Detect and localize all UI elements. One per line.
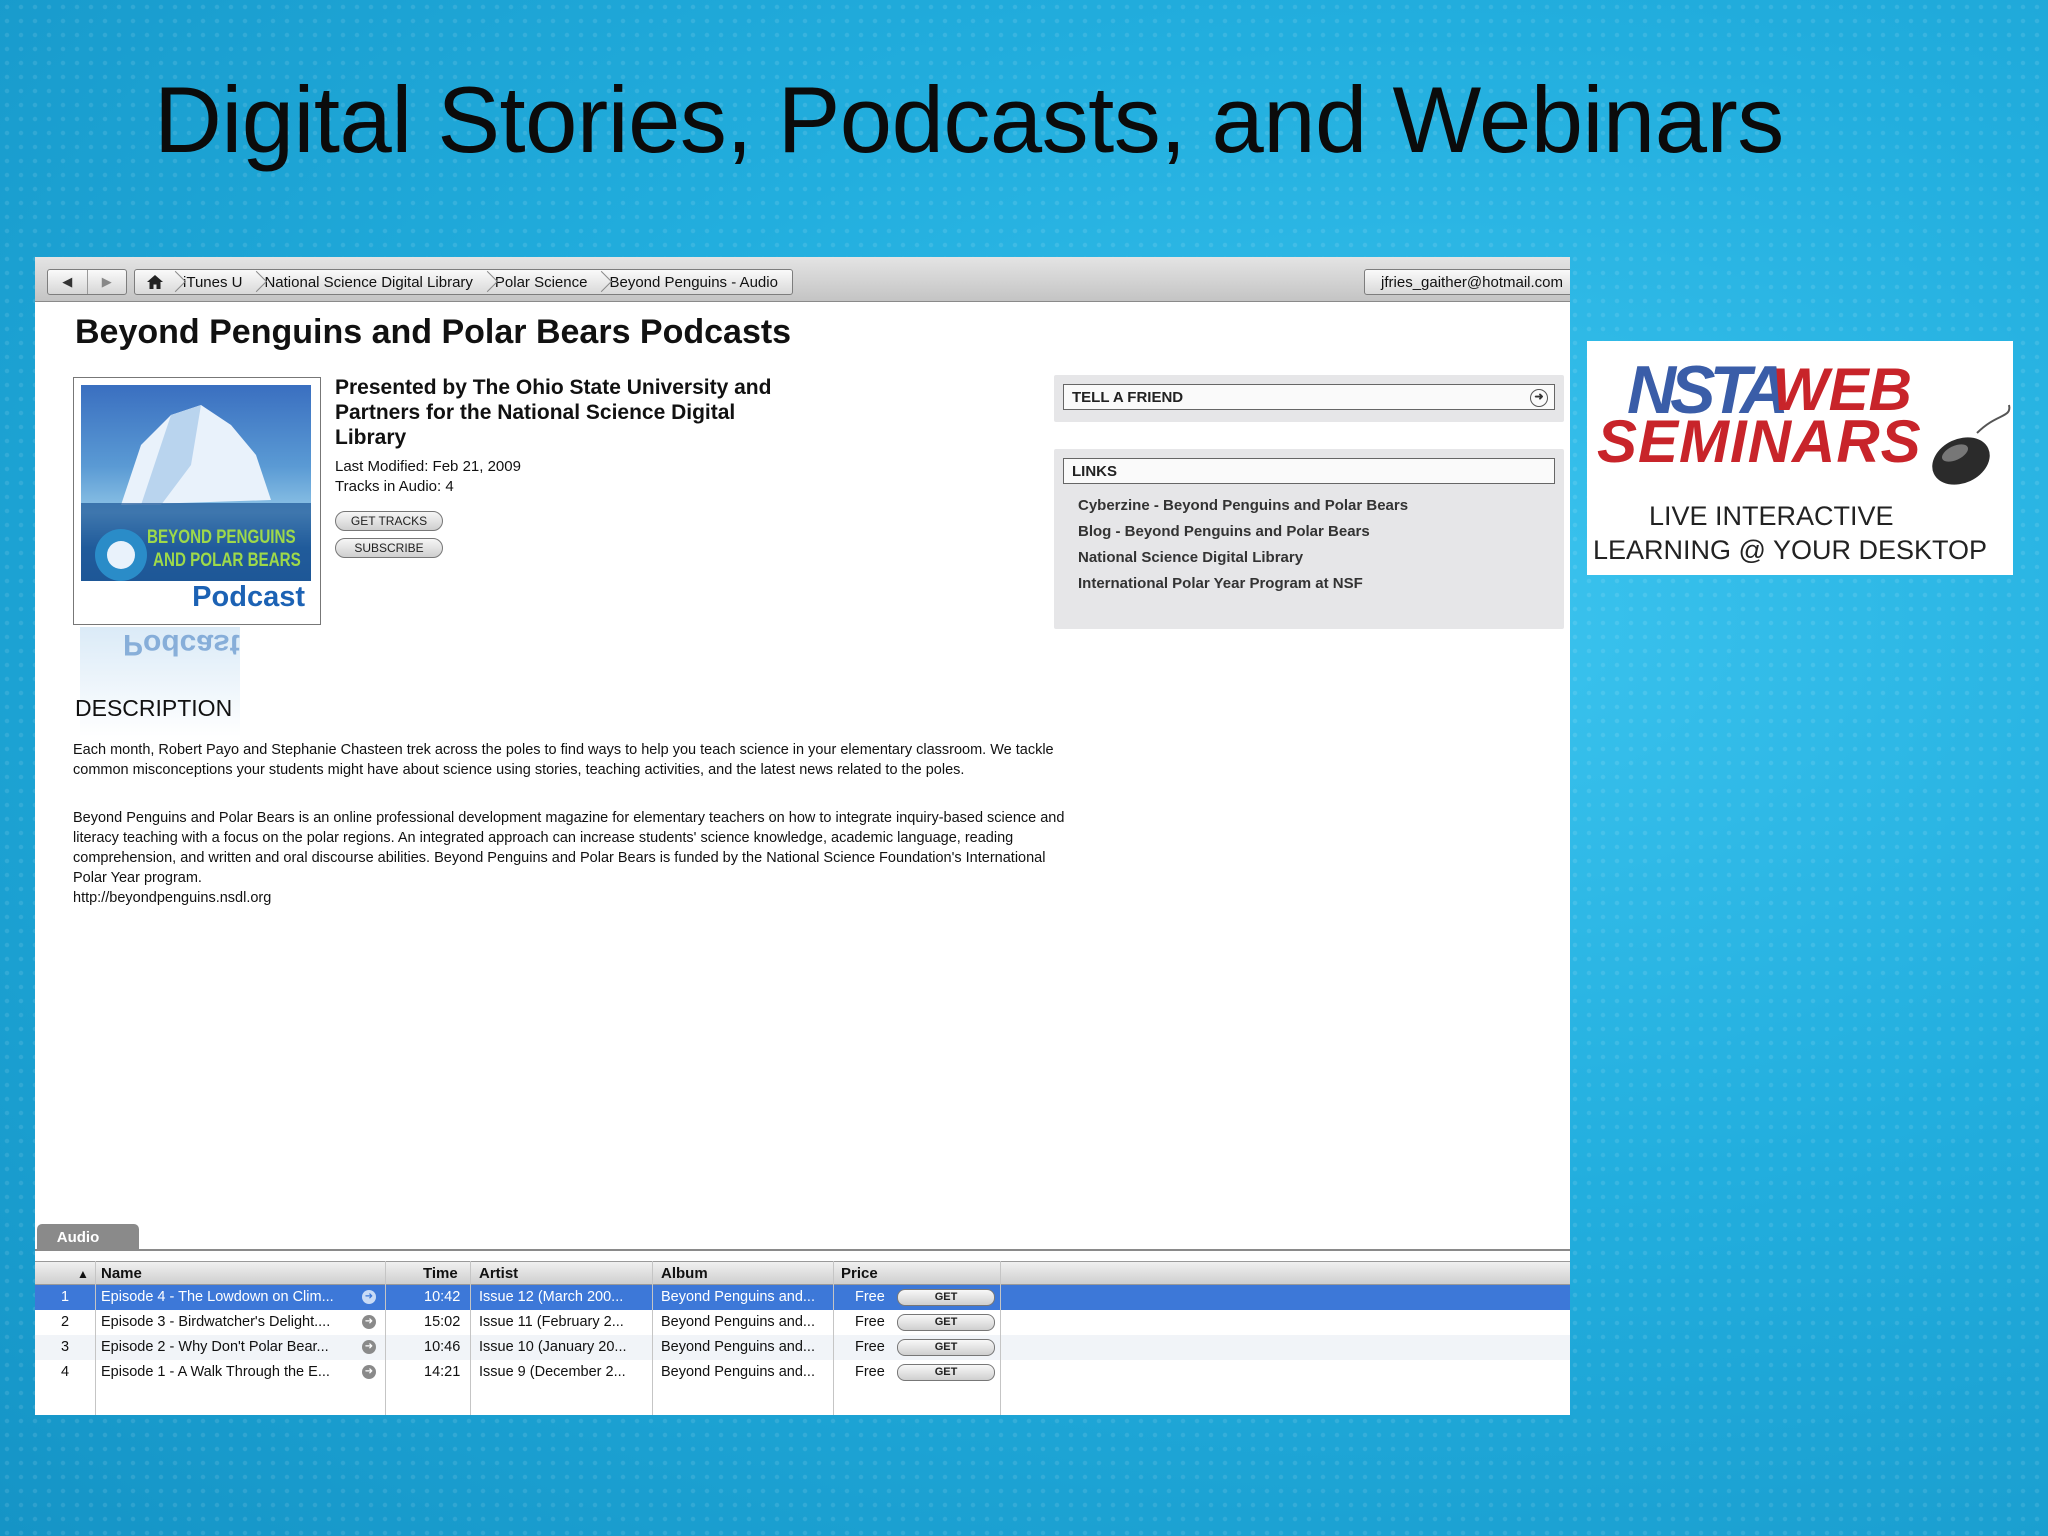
track-number: 1 (61, 1289, 70, 1305)
track-price: Free (855, 1364, 885, 1380)
podcast-artwork[interactable]: BEYOND PENGUINS AND POLAR BEARS Podcast (73, 377, 321, 625)
tab-divider (35, 1249, 1570, 1251)
home-icon (147, 275, 163, 289)
table-row[interactable]: 1 Episode 4 - The Lowdown on Clim... ➜ 1… (35, 1285, 1570, 1310)
track-album: Beyond Penguins and... (661, 1289, 815, 1305)
link-cyberzine[interactable]: Cyberzine - Beyond Penguins and Polar Be… (1078, 497, 1408, 514)
column-divider (470, 1261, 471, 1415)
podcast-meta: Last Modified: Feb 21, 2009 Tracks in Au… (335, 457, 521, 497)
tell-a-friend-label: TELL A FRIEND (1072, 389, 1184, 406)
mouse-icon (1932, 404, 2011, 485)
table-row[interactable]: 4 Episode 1 - A Walk Through the E... ➜ … (35, 1360, 1570, 1385)
forward-button[interactable]: ▶ (86, 270, 127, 294)
link-ipy-nsf[interactable]: International Polar Year Program at NSF (1078, 575, 1363, 592)
column-name[interactable]: Name (101, 1265, 142, 1282)
toolbar: ◀ ▶ iTunes U National Science Digital Li… (35, 257, 1570, 302)
column-divider (1000, 1261, 1001, 1415)
description-paragraph-1: Each month, Robert Payo and Stephanie Ch… (73, 742, 1054, 778)
track-time: 10:42 (424, 1289, 461, 1305)
slide-title: Digital Stories, Podcasts, and Webinars (154, 67, 1784, 172)
breadcrumb-beyond-penguins-audio[interactable]: Beyond Penguins - Audio (601, 270, 791, 294)
go-arrow-icon[interactable]: ➜ (362, 1290, 376, 1304)
track-number: 4 (61, 1364, 70, 1380)
go-arrow-icon[interactable]: ➜ (362, 1340, 376, 1354)
links-panel: LINKS Cyberzine - Beyond Penguins and Po… (1054, 449, 1564, 629)
track-artist: Issue 9 (December 2... (479, 1364, 626, 1380)
get-track-button[interactable]: GET (897, 1289, 995, 1306)
artwork-podcast-label: Podcast (192, 581, 305, 613)
track-name: Episode 2 - Why Don't Polar Bear... (101, 1339, 329, 1355)
track-time: 14:21 (424, 1364, 461, 1380)
column-divider (833, 1261, 834, 1415)
track-number: 3 (61, 1339, 70, 1355)
last-modified: Last Modified: Feb 21, 2009 (335, 458, 521, 475)
get-track-button[interactable]: GET (897, 1364, 995, 1381)
track-artist: Issue 11 (February 2... (479, 1314, 624, 1330)
track-number: 2 (61, 1314, 70, 1330)
column-album[interactable]: Album (661, 1265, 708, 1282)
track-album: Beyond Penguins and... (661, 1339, 815, 1355)
track-album: Beyond Penguins and... (661, 1364, 815, 1380)
link-blog[interactable]: Blog - Beyond Penguins and Polar Bears (1078, 523, 1370, 540)
page-title: Beyond Penguins and Polar Bears Podcasts (75, 313, 792, 351)
column-price[interactable]: Price (841, 1265, 878, 1282)
description-paragraph-2: Beyond Penguins and Polar Bears is an on… (73, 810, 1065, 886)
nsta-web-seminars-logo: NSTA WEB SEMINARS LIVE INTERACTIVE LEARN… (1587, 341, 2013, 575)
forward-arrow-icon: ▶ (101, 274, 112, 289)
table-header: ▲ Name Time Artist Album Price (35, 1261, 1570, 1285)
go-arrow-icon[interactable]: ➜ (362, 1365, 376, 1379)
subscribe-button[interactable]: SUBSCRIBE (335, 538, 443, 558)
column-divider (652, 1261, 653, 1415)
artwork-title-1: BEYOND PENGUINS (147, 527, 296, 548)
track-price: Free (855, 1314, 885, 1330)
logo-tagline-1: LIVE INTERACTIVE (1649, 501, 1894, 531)
get-track-button[interactable]: GET (897, 1314, 995, 1331)
table-row[interactable]: 2 Episode 3 - Birdwatcher's Delight.... … (35, 1310, 1570, 1335)
tell-a-friend-button[interactable]: TELL A FRIEND ➜ (1063, 384, 1555, 410)
links-header: LINKS (1063, 458, 1555, 484)
get-tracks-button[interactable]: GET TRACKS (335, 511, 443, 531)
track-artist: Issue 12 (March 200... (479, 1289, 624, 1305)
table-row[interactable]: 3 Episode 2 - Why Don't Polar Bear... ➜ … (35, 1335, 1570, 1360)
go-arrow-icon[interactable]: ➜ (362, 1315, 376, 1329)
track-time: 15:02 (424, 1314, 461, 1330)
sort-ascending-icon[interactable]: ▲ (77, 1267, 89, 1281)
itunes-window: ◀ ▶ iTunes U National Science Digital Li… (35, 257, 1570, 1415)
column-time[interactable]: Time (423, 1265, 458, 1282)
presenter-text: Presented by The Ohio State University a… (335, 376, 772, 449)
column-artist[interactable]: Artist (479, 1265, 518, 1282)
track-count: Tracks in Audio: 4 (335, 478, 454, 495)
nav-buttons: ◀ ▶ (47, 269, 127, 295)
track-name: Episode 1 - A Walk Through the E... (101, 1364, 330, 1380)
breadcrumb: iTunes U National Science Digital Librar… (134, 269, 793, 295)
logo-seminars: SEMINARS (1597, 408, 1922, 475)
account-button[interactable]: jfries_gaither@hotmail.com (1364, 269, 1570, 295)
column-divider (95, 1261, 96, 1415)
back-arrow-icon: ◀ (62, 274, 73, 289)
artwork-image: BEYOND PENGUINS AND POLAR BEARS Podcast (81, 385, 311, 617)
tab-audio[interactable]: Audio (37, 1224, 139, 1250)
breadcrumb-polar-science[interactable]: Polar Science (487, 270, 602, 294)
track-artist: Issue 10 (January 20... (479, 1339, 627, 1355)
back-button[interactable]: ◀ (48, 270, 87, 294)
track-name: Episode 3 - Birdwatcher's Delight.... (101, 1314, 331, 1330)
logo-tagline-2: LEARNING @ YOUR DESKTOP (1593, 535, 1988, 565)
track-price: Free (855, 1339, 885, 1355)
artwork-title-2: AND POLAR BEARS (153, 550, 301, 571)
breadcrumb-nsdl[interactable]: National Science Digital Library (256, 270, 486, 294)
track-price: Free (855, 1289, 885, 1305)
get-track-button[interactable]: GET (897, 1339, 995, 1356)
track-time: 10:46 (424, 1339, 461, 1355)
artwork-reflection-text: Podcast (123, 628, 240, 661)
tell-a-friend-panel: TELL A FRIEND ➜ (1054, 375, 1564, 422)
link-nsdl[interactable]: National Science Digital Library (1078, 549, 1303, 566)
description-heading: DESCRIPTION (75, 695, 233, 721)
track-name: Episode 4 - The Lowdown on Clim... (101, 1289, 334, 1305)
arrow-right-icon: ➜ (1530, 389, 1548, 407)
breadcrumb-itunes-u[interactable]: iTunes U (175, 270, 256, 294)
track-album: Beyond Penguins and... (661, 1314, 815, 1330)
description-url[interactable]: http://beyondpenguins.nsdl.org (73, 888, 1073, 908)
column-divider (385, 1261, 386, 1415)
